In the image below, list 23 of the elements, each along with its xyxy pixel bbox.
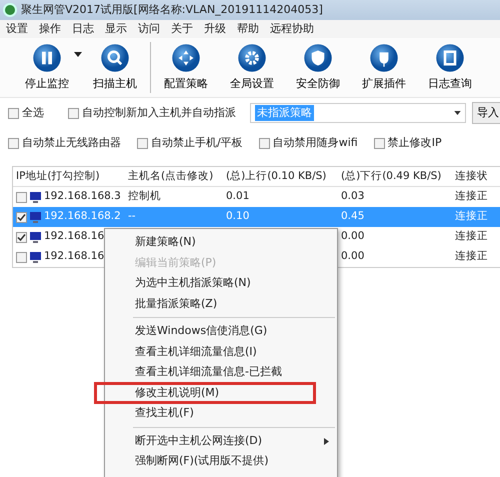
- table-cell-text: 0.00: [340, 249, 366, 264]
- table-cell-text: 192.168.168.3: [44, 189, 121, 204]
- table-cell-text: 0.01: [225, 189, 250, 204]
- checkbox-label: 自动控制新加入主机并自动指派: [82, 104, 236, 121]
- table-cell-text: 192.168.168.2: [44, 209, 121, 224]
- table-cell-text: 192.168.16: [44, 249, 104, 264]
- checkbox-label: 禁止修改IP: [388, 134, 442, 151]
- table-cell-text: 0.03: [340, 189, 366, 204]
- table-cell-text: 连接正: [454, 229, 489, 244]
- table-cell-text: 连接正: [454, 209, 489, 224]
- table-cell-text: --: [127, 209, 137, 224]
- checkbox-label: 自动禁止无线路由器: [22, 134, 121, 151]
- checkbox-label: 自动禁用随身wifi: [272, 134, 358, 151]
- table-cell-text: 控制机: [127, 189, 162, 204]
- table-cell-text: 连接正: [454, 249, 489, 264]
- table-cell-text: 192.168.16: [44, 229, 104, 244]
- checkbox-label: 全选: [22, 104, 44, 121]
- checkbox-label: 自动禁止手机/平板: [151, 134, 243, 151]
- table-cell-text: 0.45: [340, 209, 366, 224]
- window-title: 聚生网管V2017试用版[网络名称:VLAN_20191114204053]: [21, 2, 323, 18]
- table-cell-text: 0.10: [225, 209, 250, 224]
- table-cell-text: 0.00: [340, 229, 366, 244]
- table-cell-text: 连接正: [454, 189, 489, 204]
